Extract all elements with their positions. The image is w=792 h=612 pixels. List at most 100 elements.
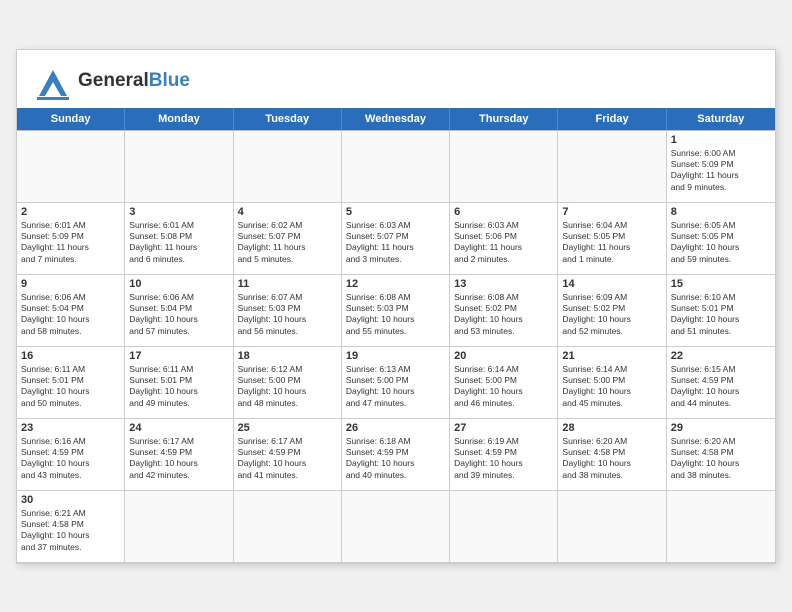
- calendar-cell-empty: [17, 131, 125, 203]
- cell-day-number: 30: [21, 494, 120, 506]
- day-header-tuesday: Tuesday: [234, 108, 342, 130]
- cell-info-text: Sunrise: 6:08 AM Sunset: 5:02 PM Dayligh…: [454, 292, 553, 338]
- calendar-cell-6: 6 Sunrise: 6:03 AM Sunset: 5:06 PM Daylig…: [450, 203, 558, 275]
- calendar-cell-16: 16 Sunrise: 6:11 AM Sunset: 5:01 PM Dayli…: [17, 347, 125, 419]
- day-header-friday: Friday: [558, 108, 666, 130]
- calendar-cell-17: 17 Sunrise: 6:11 AM Sunset: 5:01 PM Dayli…: [125, 347, 233, 419]
- logo-area: GeneralBlue: [31, 60, 190, 102]
- calendar-grid: 1 Sunrise: 6:00 AM Sunset: 5:09 PM Daylig…: [17, 130, 775, 563]
- cell-day-number: 8: [671, 206, 771, 218]
- calendar-cell-27: 27 Sunrise: 6:19 AM Sunset: 4:59 PM Dayli…: [450, 419, 558, 491]
- calendar-cell-23: 23 Sunrise: 6:16 AM Sunset: 4:59 PM Dayli…: [17, 419, 125, 491]
- logo-general: GeneralBlue: [78, 71, 190, 90]
- calendar-cell-5: 5Sunrise: 6:03 AM Sunset: 5:07 PM Daylig…: [342, 203, 450, 275]
- cell-info-text: Sunrise: 6:08 AM Sunset: 5:03 PM Dayligh…: [346, 292, 445, 338]
- cell-info-text: Sunrise: 6:17 AM Sunset: 4:59 PM Dayligh…: [238, 436, 337, 482]
- calendar-cell-13: 13 Sunrise: 6:08 AM Sunset: 5:02 PM Dayli…: [450, 275, 558, 347]
- calendar-cell-4: 4Sunrise: 6:02 AM Sunset: 5:07 PM Daylig…: [234, 203, 342, 275]
- calendar-cell-25: 25Sunrise: 6:17 AM Sunset: 4:59 PM Dayli…: [234, 419, 342, 491]
- calendar-cell-empty: [125, 131, 233, 203]
- cell-info-text: Sunrise: 6:21 AM Sunset: 4:58 PM Dayligh…: [21, 508, 120, 554]
- calendar-cell-8: 8 Sunrise: 6:05 AM Sunset: 5:05 PM Daylig…: [667, 203, 775, 275]
- cell-day-number: 13: [454, 278, 553, 290]
- day-headers: SundayMondayTuesdayWednesdayThursdayFrid…: [17, 108, 775, 130]
- calendar-cell-21: 21Sunrise: 6:14 AM Sunset: 5:00 PM Dayli…: [558, 347, 666, 419]
- calendar-cell-empty: [342, 131, 450, 203]
- cell-info-text: Sunrise: 6:07 AM Sunset: 5:03 PM Dayligh…: [238, 292, 337, 338]
- calendar-cell-30: 30 Sunrise: 6:21 AM Sunset: 4:58 PM Dayli…: [17, 491, 125, 563]
- calendar-cell-2: 2 Sunrise: 6:01 AM Sunset: 5:09 PM Daylig…: [17, 203, 125, 275]
- calendar-cell-14: 14 Sunrise: 6:09 AM Sunset: 5:02 PM Dayli…: [558, 275, 666, 347]
- cell-day-number: 6: [454, 206, 553, 218]
- calendar-cell-29: 29 Sunrise: 6:20 AM Sunset: 4:58 PM Dayli…: [667, 419, 775, 491]
- cell-info-text: Sunrise: 6:16 AM Sunset: 4:59 PM Dayligh…: [21, 436, 120, 482]
- cell-day-number: 26: [346, 422, 445, 434]
- cell-info-text: Sunrise: 6:00 AM Sunset: 5:09 PM Dayligh…: [671, 148, 771, 194]
- cell-info-text: Sunrise: 6:10 AM Sunset: 5:01 PM Dayligh…: [671, 292, 771, 338]
- cell-day-number: 15: [671, 278, 771, 290]
- cell-day-number: 22: [671, 350, 771, 362]
- calendar-cell-empty: [125, 491, 233, 563]
- cell-day-number: 28: [562, 422, 661, 434]
- calendar-cell-9: 9Sunrise: 6:06 AM Sunset: 5:04 PM Daylig…: [17, 275, 125, 347]
- calendar-cell-22: 22 Sunrise: 6:15 AM Sunset: 4:59 PM Dayli…: [667, 347, 775, 419]
- calendar-header: GeneralBlue: [17, 50, 775, 108]
- cell-info-text: Sunrise: 6:20 AM Sunset: 4:58 PM Dayligh…: [671, 436, 771, 482]
- calendar-cell-7: 7 Sunrise: 6:04 AM Sunset: 5:05 PM Daylig…: [558, 203, 666, 275]
- calendar-cell-empty: [342, 491, 450, 563]
- cell-info-text: Sunrise: 6:09 AM Sunset: 5:02 PM Dayligh…: [562, 292, 661, 338]
- calendar-cell-11: 11 Sunrise: 6:07 AM Sunset: 5:03 PM Dayli…: [234, 275, 342, 347]
- day-header-sunday: Sunday: [17, 108, 125, 130]
- calendar-cell-empty: [558, 491, 666, 563]
- cell-info-text: Sunrise: 6:01 AM Sunset: 5:08 PM Dayligh…: [129, 220, 228, 266]
- cell-info-text: Sunrise: 6:19 AM Sunset: 4:59 PM Dayligh…: [454, 436, 553, 482]
- cell-info-text: Sunrise: 6:05 AM Sunset: 5:05 PM Dayligh…: [671, 220, 771, 266]
- cell-day-number: 19: [346, 350, 445, 362]
- cell-day-number: 10: [129, 278, 228, 290]
- day-header-monday: Monday: [125, 108, 233, 130]
- cell-day-number: 17: [129, 350, 228, 362]
- cell-info-text: Sunrise: 6:18 AM Sunset: 4:59 PM Dayligh…: [346, 436, 445, 482]
- logo-blue-text: Blue: [149, 70, 190, 91]
- calendar-cell-15: 15 Sunrise: 6:10 AM Sunset: 5:01 PM Dayli…: [667, 275, 775, 347]
- cell-day-number: 7: [562, 206, 661, 218]
- cell-day-number: 27: [454, 422, 553, 434]
- day-header-thursday: Thursday: [450, 108, 558, 130]
- cell-day-number: 2: [21, 206, 120, 218]
- calendar-cell-26: 26 Sunrise: 6:18 AM Sunset: 4:59 PM Dayli…: [342, 419, 450, 491]
- calendar-cell-empty: [450, 491, 558, 563]
- cell-day-number: 14: [562, 278, 661, 290]
- calendar-container: GeneralBlue SundayMondayTuesdayWednesday…: [16, 49, 776, 564]
- cell-info-text: Sunrise: 6:15 AM Sunset: 4:59 PM Dayligh…: [671, 364, 771, 410]
- cell-info-text: Sunrise: 6:06 AM Sunset: 5:04 PM Dayligh…: [21, 292, 120, 338]
- calendar-cell-28: 28 Sunrise: 6:20 AM Sunset: 4:58 PM Dayli…: [558, 419, 666, 491]
- calendar-cell-24: 24Sunrise: 6:17 AM Sunset: 4:59 PM Dayli…: [125, 419, 233, 491]
- cell-day-number: 16: [21, 350, 120, 362]
- cell-info-text: Sunrise: 6:11 AM Sunset: 5:01 PM Dayligh…: [21, 364, 120, 410]
- cell-info-text: Sunrise: 6:14 AM Sunset: 5:00 PM Dayligh…: [454, 364, 553, 410]
- calendar-cell-empty: [234, 491, 342, 563]
- calendar-cell-empty: [558, 131, 666, 203]
- day-header-wednesday: Wednesday: [342, 108, 450, 130]
- cell-day-number: 11: [238, 278, 337, 290]
- cell-day-number: 24: [129, 422, 228, 434]
- calendar-cell-empty: [667, 491, 775, 563]
- calendar-cell-empty: [450, 131, 558, 203]
- calendar-cell-10: 10 Sunrise: 6:06 AM Sunset: 5:04 PM Dayli…: [125, 275, 233, 347]
- cell-day-number: 23: [21, 422, 120, 434]
- calendar-cell-18: 18Sunrise: 6:12 AM Sunset: 5:00 PM Dayli…: [234, 347, 342, 419]
- cell-day-number: 29: [671, 422, 771, 434]
- cell-info-text: Sunrise: 6:20 AM Sunset: 4:58 PM Dayligh…: [562, 436, 661, 482]
- cell-day-number: 5: [346, 206, 445, 218]
- cell-info-text: Sunrise: 6:14 AM Sunset: 5:00 PM Dayligh…: [562, 364, 661, 410]
- day-header-saturday: Saturday: [667, 108, 775, 130]
- calendar-cell-1: 1 Sunrise: 6:00 AM Sunset: 5:09 PM Daylig…: [667, 131, 775, 203]
- cell-info-text: Sunrise: 6:01 AM Sunset: 5:09 PM Dayligh…: [21, 220, 120, 266]
- cell-info-text: Sunrise: 6:04 AM Sunset: 5:05 PM Dayligh…: [562, 220, 661, 266]
- calendar-cell-empty: [234, 131, 342, 203]
- cell-day-number: 3: [129, 206, 228, 218]
- cell-info-text: Sunrise: 6:11 AM Sunset: 5:01 PM Dayligh…: [129, 364, 228, 410]
- cell-info-text: Sunrise: 6:03 AM Sunset: 5:06 PM Dayligh…: [454, 220, 553, 266]
- cell-day-number: 1: [671, 134, 771, 146]
- cell-info-text: Sunrise: 6:06 AM Sunset: 5:04 PM Dayligh…: [129, 292, 228, 338]
